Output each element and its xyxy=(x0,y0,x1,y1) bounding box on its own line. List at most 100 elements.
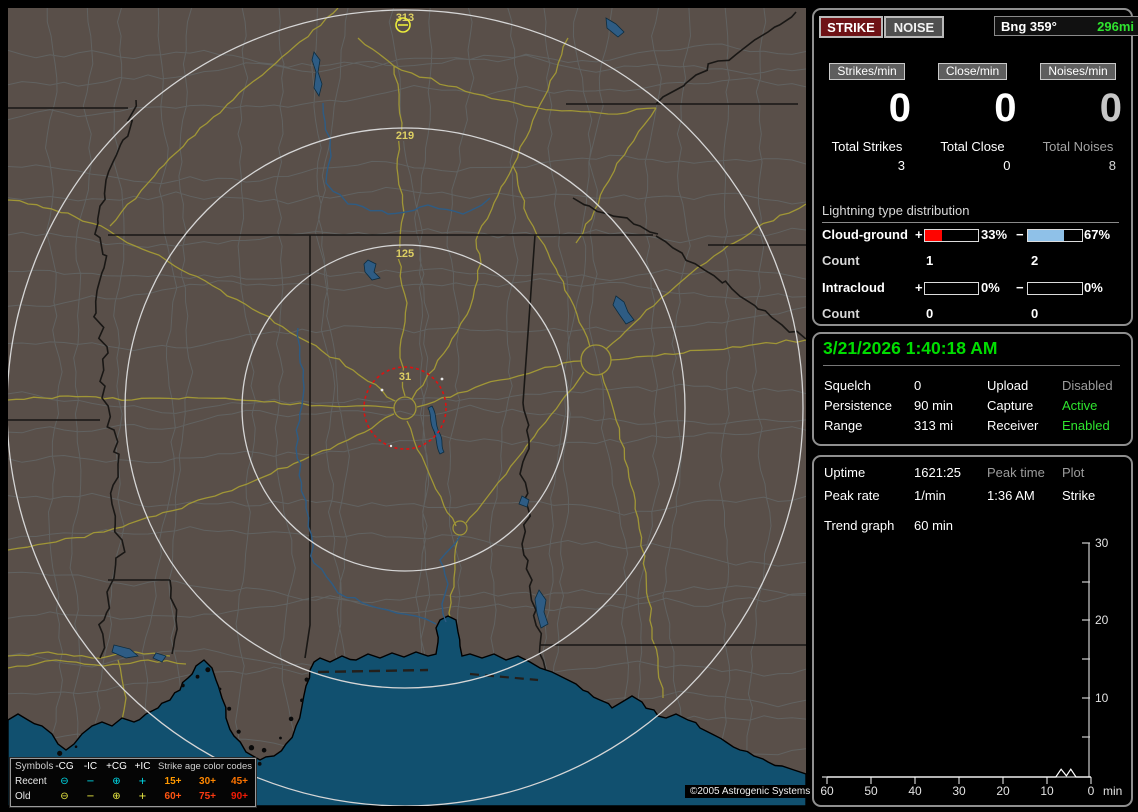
minus-sign: − xyxy=(1016,280,1024,295)
legend-col-negcg: -CG xyxy=(55,761,74,772)
chart-axes xyxy=(822,542,1092,784)
app-window: 313 219 125 31 Symbols -CG -IC +CG +IC S… xyxy=(0,0,1138,812)
x-tick-10: 10 xyxy=(1040,784,1054,798)
strikes-per-min-label[interactable]: Strikes/min xyxy=(829,63,905,80)
legend-symbols-header: Symbols xyxy=(15,761,54,772)
age-75: 75+ xyxy=(199,791,216,802)
x-tick-50: 50 xyxy=(864,784,878,798)
noises-per-min-value: 0 xyxy=(1099,86,1122,130)
legend-recent-label: Recent xyxy=(15,776,47,787)
plus-icon: + xyxy=(138,791,147,802)
age-45: 45+ xyxy=(231,776,248,787)
ic-positive-count: 0 xyxy=(926,306,934,321)
noise-toggle-button[interactable]: NOISE xyxy=(884,16,944,38)
ic-positive-bar xyxy=(924,282,979,295)
age-60: 60+ xyxy=(164,791,182,802)
plus-sign: + xyxy=(915,227,923,242)
x-tick-30: 30 xyxy=(952,784,966,798)
total-strikes-value: 3 xyxy=(897,158,905,173)
close-per-min-label[interactable]: Close/min xyxy=(937,63,1008,80)
strikes-column: Strikes/min 0 Total Strikes 3 xyxy=(820,63,914,173)
trend-panel: Uptime 1621:25 Peak time Plot Peak rate … xyxy=(812,455,1133,807)
persistence-label: Persistence xyxy=(824,398,892,413)
y-tick-30: 30 xyxy=(1095,536,1109,550)
counters-panel: STRIKE NOISE Bng 359° 296mi Strikes/min … xyxy=(812,8,1138,326)
ic-positive-pct: 0% xyxy=(981,280,1000,295)
cg-positive-count: 1 xyxy=(926,253,934,268)
receiver-label: Receiver xyxy=(987,418,1039,433)
cg-positive-pct: 33% xyxy=(981,227,1008,242)
distribution-title: Lightning type distribution xyxy=(822,203,1119,223)
noises-column: Noises/min 0 Total Noises 8 xyxy=(1031,63,1125,173)
circle-plus-icon: ⊕ xyxy=(112,776,121,787)
plus-sign: + xyxy=(915,280,923,295)
cg-count-label: Count xyxy=(822,253,860,268)
radar-map[interactable]: 313 219 125 31 Symbols -CG -IC +CG +IC S… xyxy=(8,8,816,808)
squelch-value: 0 xyxy=(914,378,922,393)
ic-negative-count: 0 xyxy=(1031,306,1039,321)
trend-chart: 30 20 10 60 50 40 30 20 10 0 min xyxy=(820,536,1122,798)
close-column: Close/min 0 Total Close 0 xyxy=(926,63,1020,173)
y-tick-10: 10 xyxy=(1095,691,1109,705)
cloud-ground-label: Cloud-ground xyxy=(822,227,908,242)
plus-icon: + xyxy=(138,776,147,787)
ic-count-label: Count xyxy=(822,306,860,321)
cg-positive-bar xyxy=(924,229,979,242)
total-close-label: Total Close xyxy=(940,139,1005,154)
minus-icon: − xyxy=(86,776,95,787)
minus-sign: − xyxy=(1016,227,1024,242)
legend-col-posic: +IC xyxy=(134,761,151,772)
minus-icon: − xyxy=(86,791,95,802)
ic-negative-pct: 0% xyxy=(1084,280,1103,295)
ic-negative-bar xyxy=(1027,282,1083,295)
x-tick-0: 0 xyxy=(1088,784,1095,798)
capture-label: Capture xyxy=(987,398,1034,413)
total-noises-label: Total Noises xyxy=(1042,139,1114,154)
svg-text:31: 31 xyxy=(399,371,411,383)
close-per-min-value: 0 xyxy=(994,86,1017,130)
svg-text:219: 219 xyxy=(396,130,414,142)
strikes-per-min-value: 0 xyxy=(888,86,911,130)
circle-plus-icon: ⊕ xyxy=(112,791,121,802)
total-close-value: 0 xyxy=(1003,158,1011,173)
copyright-notice: ©2005 Astrogenic Systems xyxy=(685,785,816,798)
circle-minus-icon: ⊖ xyxy=(60,791,69,802)
bearing-label: Bng 359° xyxy=(1001,18,1057,34)
age-30: 30+ xyxy=(199,776,216,787)
x-unit-label: min xyxy=(1103,784,1122,798)
circle-minus-icon: ⊖ xyxy=(60,776,69,787)
legend-col-poscg: +CG xyxy=(106,761,127,772)
x-tick-20: 20 xyxy=(996,784,1010,798)
range-label: Range xyxy=(824,418,863,433)
age-15: 15+ xyxy=(164,776,182,787)
total-noises-value: 8 xyxy=(1108,158,1116,173)
cg-negative-pct: 67% xyxy=(1084,227,1111,242)
squelch-label: Squelch xyxy=(824,378,871,393)
bearing-range: 296mi xyxy=(1097,18,1134,34)
strike-toggle-button[interactable]: STRIKE xyxy=(819,16,883,38)
y-tick-20: 20 xyxy=(1095,613,1109,627)
datetime-display: 3/21/2026 1:40:18 AM xyxy=(823,338,1120,366)
map-canvas: 313 219 125 31 xyxy=(8,8,806,806)
cg-negative-count: 2 xyxy=(1031,253,1039,268)
status-panel: 3/21/2026 1:40:18 AM Squelch 0 Upload Di… xyxy=(812,332,1133,446)
legend-col-negic: -IC xyxy=(83,761,98,772)
x-tick-40: 40 xyxy=(908,784,922,798)
svg-text:125: 125 xyxy=(396,248,414,260)
range-value: 313 mi xyxy=(914,418,954,433)
total-strikes-label: Total Strikes xyxy=(831,139,903,154)
persistence-value: 90 min xyxy=(914,398,954,413)
strike-trend-line xyxy=(827,768,1091,778)
cg-negative-bar xyxy=(1027,229,1083,242)
upload-label: Upload xyxy=(987,378,1029,393)
upload-status: Disabled xyxy=(1062,378,1113,393)
bearing-display: Bng 359° 296mi xyxy=(994,16,1138,36)
noises-per-min-label[interactable]: Noises/min xyxy=(1040,63,1116,80)
capture-status: Active xyxy=(1062,398,1098,413)
x-tick-60: 60 xyxy=(820,784,834,798)
map-legend: Symbols -CG -IC +CG +IC Strike age color… xyxy=(9,757,257,808)
legend-age-header: Strike age color codes xyxy=(158,761,252,772)
legend-old-label: Old xyxy=(15,791,31,802)
receiver-status: Enabled xyxy=(1062,418,1110,433)
intracloud-label: Intracloud xyxy=(822,280,885,295)
